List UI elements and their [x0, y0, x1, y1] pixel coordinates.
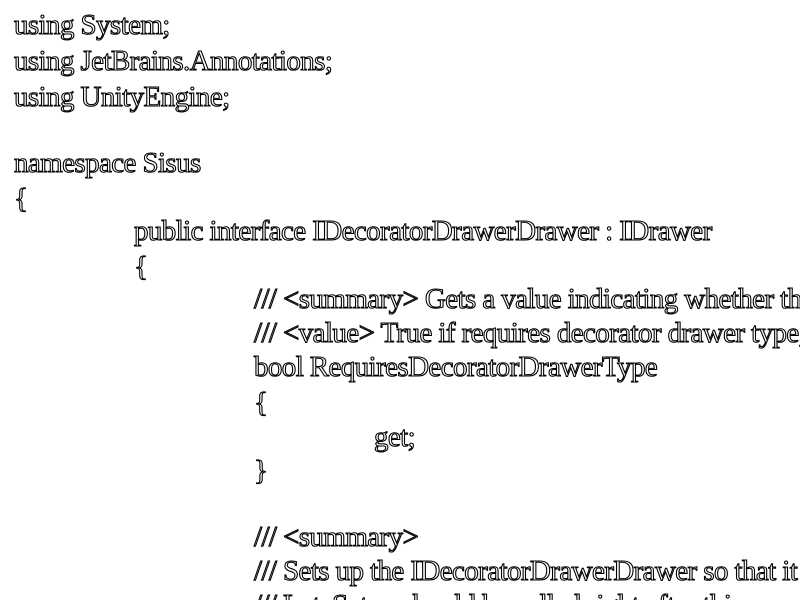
code-line-summary-open: /// <summary> — [253, 520, 419, 553]
code-line-latesetup-comment: /// LateSetup should be called right aft… — [253, 588, 749, 600]
code-line-property-close-brace: } — [253, 454, 268, 487]
code-line-using-system: using System; — [13, 8, 170, 41]
code-line-summary-comment: /// <summary> Gets a value indicating wh… — [253, 282, 800, 315]
code-line-value-comment: /// <value> True if requires decorator d… — [253, 316, 800, 349]
code-line-namespace: namespace Sisus — [13, 146, 201, 179]
code-line-getter: get; — [373, 420, 416, 453]
code-line-interface-open-brace: { — [133, 250, 148, 283]
code-line-using-jetbrains: using JetBrains.Annotations; — [13, 44, 333, 77]
code-line-namespace-open-brace: { — [13, 182, 28, 215]
code-line-using-unityengine: using UnityEngine; — [13, 80, 230, 113]
code-line-setup-comment: /// Sets up the IDecoratorDrawerDrawer s… — [253, 554, 798, 587]
code-line-property-open-brace: { — [253, 386, 268, 419]
code-line-property-declaration: bool RequiresDecoratorDrawerType — [253, 350, 658, 383]
code-line-interface-declaration: public interface IDecoratorDrawerDrawer … — [133, 214, 712, 247]
code-view: using System; using JetBrains.Annotation… — [0, 0, 800, 600]
